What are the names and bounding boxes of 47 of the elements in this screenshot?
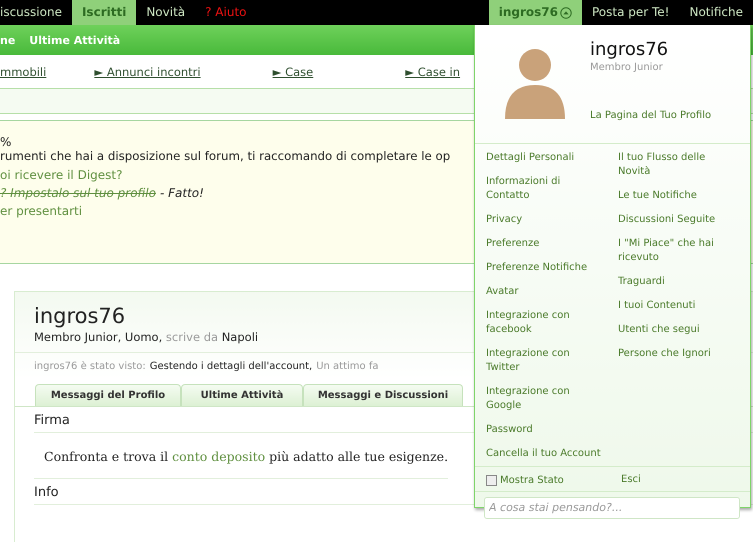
- menu-link[interactable]: Discussioni Seguite: [618, 213, 716, 227]
- menu-link[interactable]: Il tuo Flusso delle Novità: [618, 151, 736, 179]
- menu-link[interactable]: Avatar: [486, 285, 518, 299]
- task-link[interactable]: oi ricevere il Digest?: [0, 166, 122, 184]
- progress-percent: %: [0, 135, 12, 149]
- menu-link[interactable]: Informazioni di Contatto: [486, 175, 604, 203]
- category-link[interactable]: mmobili: [0, 64, 46, 78]
- last-seen-activity: Gestendo i dettagli dell'account,: [150, 361, 312, 372]
- menu-link[interactable]: Preferenze: [486, 237, 540, 251]
- nav-tab[interactable]: ingros76: [488, 0, 582, 25]
- signature-link[interactable]: conto deposito: [172, 449, 266, 464]
- task-status: - Fatto!: [160, 185, 204, 202]
- nav-tab[interactable]: Posta per Te!: [582, 0, 680, 25]
- user-name: ingros76: [590, 39, 670, 60]
- nav-tab[interactable]: Notifiche: [679, 0, 753, 25]
- menu-link[interactable]: I tuoi Contenuti: [618, 299, 696, 313]
- nav-tab[interactable]: ? Aiuto: [195, 0, 257, 25]
- nav-tab[interactable]: Novità: [136, 0, 196, 25]
- menu-link[interactable]: Utenti che segui: [618, 323, 700, 337]
- profile-name: ingros76: [34, 304, 126, 328]
- category-link[interactable]: ► Annunci incontri: [94, 64, 201, 78]
- user-title: Membro Junior: [590, 62, 664, 73]
- profile-page-link[interactable]: La Pagina del Tuo Profilo: [590, 110, 712, 121]
- profile-subtitle: Membro Junior, Uomo, scrive da Napoli: [33, 330, 260, 344]
- menu-link[interactable]: I "Mi Piace" che hai ricevuto: [618, 237, 736, 265]
- menu-link[interactable]: Preferenze Notifiche: [486, 261, 588, 275]
- menu-link[interactable]: Le tue Notifiche: [618, 189, 697, 203]
- notice-text: rumenti che hai a disposizione sul forum, ti raccomando di completare le op: [0, 149, 450, 163]
- nav-tab[interactable]: Iscritti: [72, 0, 136, 25]
- profile-tab[interactable]: Messaggi e Discussioni: [303, 384, 463, 406]
- menu-link[interactable]: Integrazione con facebook: [486, 309, 604, 337]
- nav-tab[interactable]: iscussione: [0, 0, 72, 25]
- menu-link[interactable]: Persone che Ignori: [618, 347, 711, 361]
- signature-text: Confronta e trova il conto deposito più adatto alle tue esigenze.: [34, 433, 448, 479]
- last-seen-time: Un attimo fa: [316, 361, 378, 372]
- menu-link[interactable]: Traguardi: [618, 275, 665, 289]
- menu-link[interactable]: Privacy: [486, 213, 522, 227]
- profile-tab[interactable]: Messaggi del Profilo: [35, 384, 181, 406]
- category-link[interactable]: ► Case: [272, 64, 314, 78]
- last-seen-label: ingros76 è stato visto:: [34, 361, 146, 372]
- task-link[interactable]: er presentarti: [0, 202, 82, 220]
- menu-link[interactable]: Cancella il tuo Account: [486, 447, 601, 461]
- profile-tab[interactable]: Ultime Attività: [181, 384, 303, 406]
- category-link[interactable]: ► Case in: [405, 64, 460, 78]
- task-link[interactable]: ? Impostalo sul tuo profilo: [0, 184, 156, 202]
- menu-link[interactable]: Dettagli Personali: [486, 151, 574, 165]
- menu-link[interactable]: Integrazione con Twitter: [486, 347, 604, 375]
